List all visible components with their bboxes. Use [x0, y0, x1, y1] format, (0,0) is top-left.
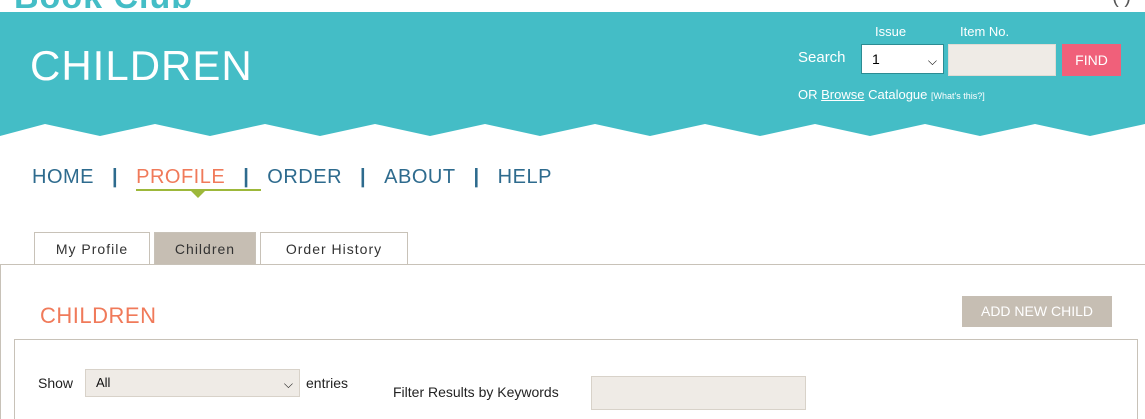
- browse-link[interactable]: Browse: [821, 87, 864, 102]
- section-title: CHILDREN: [40, 303, 157, 328]
- banner-title: CHILDREN: [30, 42, 253, 89]
- entries-select-value: All: [96, 375, 111, 390]
- nav-active-caret-icon: [191, 191, 205, 198]
- item-number-label: Item No.: [960, 24, 1010, 39]
- chevron-down-icon: ⌵: [927, 54, 937, 68]
- tab-my-profile[interactable]: My Profile: [34, 232, 150, 265]
- find-button[interactable]: FIND: [1062, 44, 1121, 76]
- nav-separator: |: [360, 165, 367, 188]
- header-right-text: ( ): [1112, 0, 1131, 9]
- chevron-down-icon: ⌵: [283, 377, 293, 391]
- add-new-child-button[interactable]: ADD NEW CHILD: [962, 296, 1112, 327]
- content-border: [0, 264, 1, 419]
- site-logo[interactable]: Book Club: [14, 0, 193, 12]
- issue-select-value: 1: [872, 51, 880, 67]
- tab-order-history[interactable]: Order History: [260, 232, 408, 265]
- issue-select[interactable]: 1 ⌵: [861, 44, 944, 74]
- entries-label: entries: [306, 375, 349, 391]
- catalogue-text: Catalogue: [868, 87, 928, 102]
- page: Book Club ( ) CHILDREN Issue Item No. Se…: [0, 0, 1145, 419]
- entries-select[interactable]: All ⌵: [85, 369, 300, 397]
- tab-children[interactable]: Children: [154, 232, 256, 265]
- nav-order[interactable]: ORDER: [267, 166, 342, 189]
- nav-help[interactable]: HELP: [498, 166, 552, 189]
- brand-strip: Book Club ( ): [0, 0, 1145, 12]
- search-label: Search: [798, 49, 846, 66]
- browse-catalogue-line: OR Browse Catalogue [What's this?]: [798, 87, 985, 102]
- filter-label: Filter Results by Keywords: [393, 384, 559, 400]
- nav-separator: |: [243, 165, 250, 188]
- nav-profile[interactable]: PROFILE: [136, 166, 225, 189]
- filter-keywords-input[interactable]: [591, 376, 806, 410]
- show-label: Show: [38, 375, 74, 391]
- issue-label: Issue: [875, 24, 907, 39]
- or-text: OR: [798, 87, 818, 102]
- page-banner: CHILDREN Issue Item No. Search 1 ⌵ FIND …: [0, 12, 1145, 140]
- nav-home[interactable]: HOME: [32, 166, 94, 189]
- main-nav: HOME | PROFILE | ORDER | ABOUT | HELP: [32, 157, 552, 197]
- tabs-divider: [0, 264, 1145, 265]
- item-number-input[interactable]: [948, 44, 1056, 76]
- nav-separator: |: [112, 165, 119, 188]
- whats-this-link[interactable]: [What's this?]: [931, 91, 985, 101]
- nav-about[interactable]: ABOUT: [384, 166, 455, 189]
- nav-separator: |: [473, 165, 480, 188]
